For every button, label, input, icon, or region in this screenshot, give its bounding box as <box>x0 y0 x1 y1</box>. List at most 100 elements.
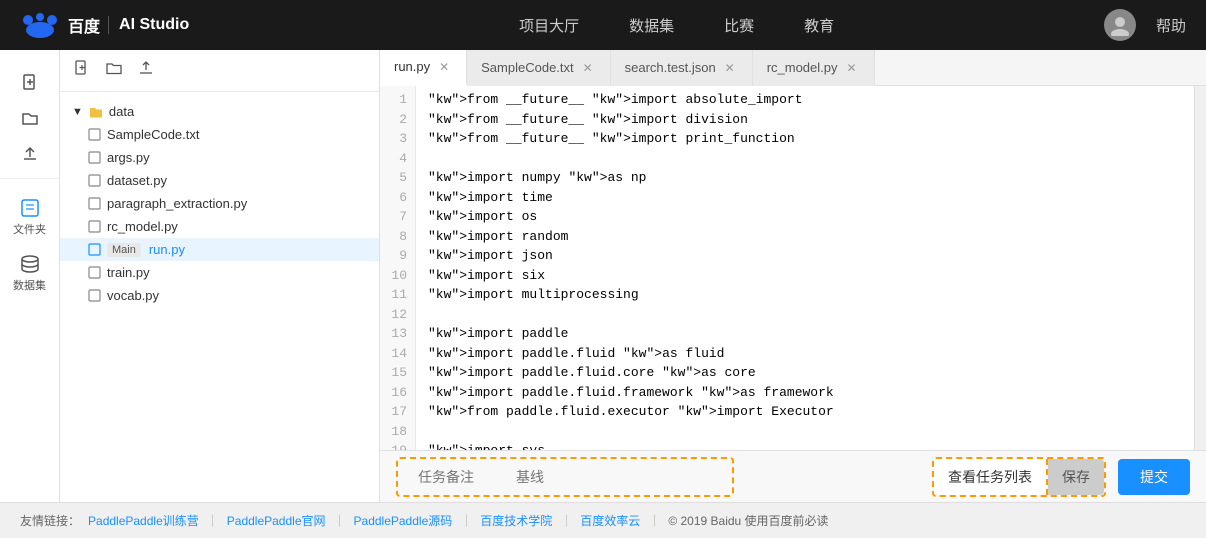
code-line: "kw">import numpy "kw">as np <box>428 168 1182 188</box>
code-line: "kw">import paddle <box>428 324 1182 344</box>
code-line: "kw">from __future__ "kw">import print_f… <box>428 129 1182 149</box>
code-line: "kw">import paddle.fluid "kw">as fluid <box>428 344 1182 364</box>
nav-datasets[interactable]: 数据集 <box>629 15 674 36</box>
main-area: 文件夹 数据集 ▼ data <box>0 50 1206 502</box>
file-train[interactable]: train.py <box>60 261 379 284</box>
footer: 友情链接： PaddlePaddle训练营 ｜ PaddlePaddle官网 ｜… <box>0 502 1206 538</box>
tab-samplecode[interactable]: SampleCode.txt ✕ <box>467 50 611 86</box>
tabs-bar: run.py ✕ SampleCode.txt ✕ search.test.js… <box>380 50 1206 86</box>
tab-rcmodel-close[interactable]: ✕ <box>844 60 860 76</box>
tab-samplecode-label: SampleCode.txt <box>481 60 574 75</box>
code-line: "kw">import paddle.fluid.framework "kw">… <box>428 383 1182 403</box>
file-vocab-label: vocab.py <box>107 288 159 303</box>
file-paragraph[interactable]: paragraph_extraction.py <box>60 192 379 215</box>
code-container[interactable]: 123456789101112131415161718192021222324 … <box>380 86 1206 450</box>
code-line <box>428 305 1182 325</box>
file-dataset-label: dataset.py <box>107 173 167 188</box>
file-rcmodel-label: rc_model.py <box>107 219 178 234</box>
file-main-badge: Main <box>107 243 141 257</box>
code-line <box>428 149 1182 169</box>
file-dataset[interactable]: dataset.py <box>60 169 379 192</box>
task-action-group: 查看任务列表 保存 <box>932 457 1106 497</box>
task-input-group <box>396 457 734 497</box>
code-line: "kw">import paddle.fluid.core "kw">as co… <box>428 363 1182 383</box>
code-line: "kw">import six <box>428 266 1182 286</box>
studio-label: AI Studio <box>108 16 189 34</box>
file-toolbar <box>60 50 379 92</box>
view-tasks-button[interactable]: 查看任务列表 <box>934 459 1048 495</box>
tab-searchtest[interactable]: search.test.json ✕ <box>611 50 753 86</box>
nav-competition[interactable]: 比赛 <box>724 15 754 36</box>
file-args[interactable]: args.py <box>60 146 379 169</box>
file-train-label: train.py <box>107 265 150 280</box>
upload-button[interactable] <box>10 136 50 172</box>
help-link[interactable]: 帮助 <box>1156 15 1186 36</box>
topnav-links: 项目大厅 数据集 比赛 教育 <box>249 15 1104 36</box>
save-button[interactable]: 保存 <box>1048 459 1104 495</box>
code-line: "kw">import sys <box>428 441 1182 450</box>
sidebar-item-datasets[interactable]: 数据集 <box>9 247 50 299</box>
footer-copyright: © 2019 Baidu 使用百度前必读 <box>668 512 828 529</box>
code-lines[interactable]: "kw">from __future__ "kw">import absolut… <box>416 86 1194 450</box>
footer-link-1[interactable]: PaddlePaddle训练营 <box>88 512 199 529</box>
line-numbers: 123456789101112131415161718192021222324 <box>380 86 416 450</box>
code-line: "kw">import multiprocessing <box>428 285 1182 305</box>
file-tree: ▼ data SampleCode.txt args.py dataset.py… <box>60 92 379 502</box>
action-bar: 查看任务列表 保存 提交 <box>380 450 1206 502</box>
file-vocab[interactable]: vocab.py <box>60 284 379 307</box>
tab-rcmodel[interactable]: rc_model.py ✕ <box>753 50 875 86</box>
new-folder-icon[interactable] <box>104 58 124 83</box>
baseline-input[interactable] <box>504 463 724 491</box>
new-file-button[interactable] <box>10 64 50 100</box>
file-samplecode[interactable]: SampleCode.txt <box>60 123 379 146</box>
logo-text: 百度 <box>68 13 100 37</box>
footer-link-4[interactable]: 百度技术学院 <box>480 512 552 529</box>
logo: 百度 AI Studio <box>20 12 189 38</box>
avatar[interactable] <box>1104 9 1136 41</box>
sidebar-datasets-label: 数据集 <box>13 277 46 293</box>
topnav-right: 帮助 <box>1104 9 1186 41</box>
file-run-label: run.py <box>149 242 185 257</box>
tab-searchtest-label: search.test.json <box>625 60 716 75</box>
folder-chevron-icon: ▼ <box>72 106 83 118</box>
sidebar-item-files[interactable]: 文件夹 <box>9 191 50 243</box>
file-rcmodel[interactable]: rc_model.py <box>60 215 379 238</box>
upload-icon[interactable] <box>136 58 156 83</box>
topnav: 百度 AI Studio 项目大厅 数据集 比赛 教育 帮助 <box>0 0 1206 50</box>
tab-run-py-close[interactable]: ✕ <box>436 59 452 75</box>
file-run[interactable]: Main run.py <box>60 238 379 261</box>
file-args-label: args.py <box>107 150 150 165</box>
code-line: "kw">from __future__ "kw">import divisio… <box>428 110 1182 130</box>
code-line: "kw">from paddle.fluid.executor "kw">imp… <box>428 402 1182 422</box>
tab-run-py[interactable]: run.py ✕ <box>380 50 467 86</box>
scrollbar-vertical[interactable] <box>1194 86 1206 450</box>
sidebar-main-icons: 文件夹 数据集 <box>9 183 50 307</box>
tab-samplecode-close[interactable]: ✕ <box>580 60 596 76</box>
sidebar: 文件夹 数据集 <box>0 50 60 502</box>
folder-data[interactable]: ▼ data <box>60 100 379 123</box>
folder-name: data <box>109 104 134 119</box>
new-folder-button[interactable] <box>10 100 50 136</box>
code-line: "kw">import os <box>428 207 1182 227</box>
footer-link-2[interactable]: PaddlePaddle官网 <box>227 512 326 529</box>
file-panel: ▼ data SampleCode.txt args.py dataset.py… <box>60 50 380 502</box>
code-line: "kw">import time <box>428 188 1182 208</box>
editor-area: run.py ✕ SampleCode.txt ✕ search.test.js… <box>380 50 1206 502</box>
file-samplecode-label: SampleCode.txt <box>107 127 200 142</box>
code-editor: 123456789101112131415161718192021222324 … <box>380 86 1206 450</box>
footer-link-3[interactable]: PaddlePaddle源码 <box>354 512 453 529</box>
sidebar-files-label: 文件夹 <box>13 221 46 237</box>
tab-run-py-label: run.py <box>394 59 430 74</box>
nav-education[interactable]: 教育 <box>804 15 834 36</box>
nav-projects[interactable]: 项目大厅 <box>519 15 579 36</box>
tab-searchtest-close[interactable]: ✕ <box>722 60 738 76</box>
code-line <box>428 422 1182 442</box>
footer-prefix: 友情链接： <box>20 512 80 529</box>
task-note-input[interactable] <box>406 463 496 491</box>
new-file-icon[interactable] <box>72 58 92 83</box>
footer-link-5[interactable]: 百度效率云 <box>580 512 640 529</box>
code-line: "kw">import json <box>428 246 1182 266</box>
submit-button[interactable]: 提交 <box>1118 459 1190 495</box>
file-paragraph-label: paragraph_extraction.py <box>107 196 247 211</box>
code-line: "kw">from __future__ "kw">import absolut… <box>428 90 1182 110</box>
